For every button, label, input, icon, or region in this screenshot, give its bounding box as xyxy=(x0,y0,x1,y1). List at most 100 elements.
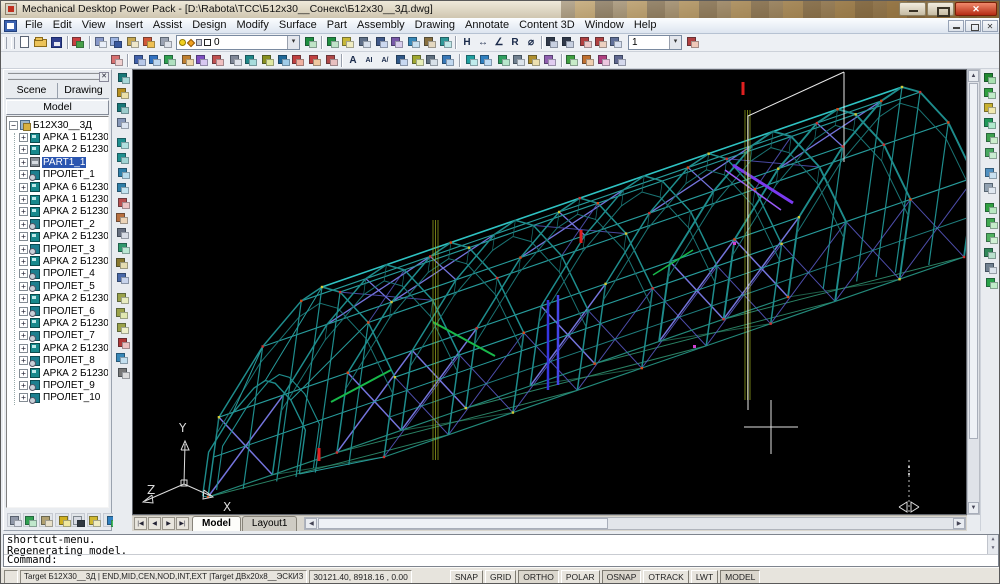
tab-scene[interactable]: Scene xyxy=(6,83,58,98)
materials-library-icon[interactable] xyxy=(983,131,999,146)
materials-icon[interactable] xyxy=(983,116,999,131)
show-materials-icon[interactable] xyxy=(983,276,999,291)
copy-object-icon[interactable] xyxy=(131,53,147,68)
table-insert-icon[interactable] xyxy=(425,53,441,68)
tree-item[interactable]: +АРКА 1 Б1230_1 xyxy=(9,131,108,143)
toggle-otrack[interactable]: OTRACK xyxy=(643,570,688,584)
expand-icon[interactable]: + xyxy=(19,220,28,229)
mdt-today-icon[interactable] xyxy=(71,35,87,50)
landscape-edit-icon[interactable] xyxy=(983,216,999,231)
dimension-baseline-icon[interactable] xyxy=(545,35,561,50)
scroll-left-icon[interactable]: ◀ xyxy=(305,518,317,529)
vertical-scroll-thumb[interactable] xyxy=(969,83,978,439)
expand-icon[interactable]: + xyxy=(19,195,28,204)
tree-item[interactable]: +АРКА 2 Б1230_3 xyxy=(9,231,108,243)
menu-assembly[interactable]: Assembly xyxy=(352,18,410,34)
menu-content-3d[interactable]: Content 3D xyxy=(514,18,580,34)
copy-clip-icon[interactable] xyxy=(109,35,125,50)
tree-item[interactable]: +АРКА 2 Б1230_2 xyxy=(9,206,108,218)
offset-icon[interactable] xyxy=(211,53,227,68)
rib-icon[interactable] xyxy=(115,256,131,271)
expand-icon[interactable]: + xyxy=(19,245,28,254)
command-scrollbar[interactable]: ▲▼ xyxy=(987,535,998,555)
tree-item[interactable]: +ПРОЛЕТ_1 xyxy=(9,169,108,181)
model-tree[interactable]: −Б12X30__3Д+АРКА 1 Б1230_1+АРКА 2 Б1230_… xyxy=(6,116,109,508)
scale-icon[interactable] xyxy=(179,53,195,68)
interference-check-icon[interactable] xyxy=(597,53,613,68)
mapping-icon[interactable] xyxy=(983,146,999,161)
profile-icon[interactable] xyxy=(115,101,131,116)
dimension-text-edit-icon[interactable] xyxy=(593,35,609,50)
tree-item[interactable]: +ПРОЛЕТ_8 xyxy=(9,354,108,366)
toolbar-grip[interactable] xyxy=(11,37,15,49)
expand-icon[interactable]: + xyxy=(19,393,28,402)
undo-icon[interactable] xyxy=(303,35,319,50)
loft-icon[interactable] xyxy=(115,181,131,196)
tree-item[interactable]: +АРКА 2 Б1230_8 xyxy=(9,342,108,354)
landscape-new-icon[interactable] xyxy=(983,201,999,216)
horizontal-scroll-thumb[interactable] xyxy=(318,518,608,529)
extrude-icon[interactable] xyxy=(115,136,131,151)
expand-icon[interactable]: + xyxy=(19,207,28,216)
expand-icon[interactable]: + xyxy=(19,133,28,142)
tree-item[interactable]: +ПРОЛЕТ_3 xyxy=(9,243,108,255)
status-coordinates[interactable]: 30121.40, 8918.16 , 0.00 xyxy=(309,570,412,584)
collapse-icon[interactable]: − xyxy=(9,121,18,130)
toggle-lwt[interactable]: LWT xyxy=(691,570,718,584)
tree-item[interactable]: +ПРОЛЕТ_6 xyxy=(9,305,108,317)
highlight-icon[interactable] xyxy=(87,513,101,527)
toolbar-grip[interactable] xyxy=(3,37,7,49)
last-tab-icon[interactable]: ▶| xyxy=(176,517,189,530)
new-sketch-icon[interactable] xyxy=(115,86,131,101)
trash-icon[interactable] xyxy=(55,513,69,527)
rotate-icon[interactable] xyxy=(163,53,179,68)
dimension-diameter-icon[interactable]: ⌀ xyxy=(523,35,539,50)
tree-item[interactable]: +ПРОЛЕТ_2 xyxy=(9,218,108,230)
close-button[interactable] xyxy=(955,2,997,16)
menu-help[interactable]: Help xyxy=(629,18,662,34)
tree-item[interactable]: +ПРОЛЕТ_7 xyxy=(9,330,108,342)
command-input[interactable]: Command: xyxy=(4,554,998,566)
scroll-up-icon[interactable]: ▲ xyxy=(968,70,979,82)
dimension-edit-icon[interactable] xyxy=(577,35,593,50)
toggle-snap[interactable]: SNAP xyxy=(450,570,483,584)
pattern-icon[interactable] xyxy=(115,271,131,286)
expand-icon[interactable]: + xyxy=(19,145,28,154)
layer-combo[interactable]: 0 ▾ xyxy=(176,35,300,50)
dimension-angular-icon[interactable]: ∠ xyxy=(491,35,507,50)
tree-item[interactable]: +АРКА 2 Б1230_4 xyxy=(9,255,108,267)
tree-item[interactable]: +ПРОЛЕТ_9 xyxy=(9,379,108,391)
menu-surface[interactable]: Surface xyxy=(274,18,322,34)
tree-item[interactable]: +ПРОЛЕТ_5 xyxy=(9,280,108,292)
3d-views-icon[interactable] xyxy=(437,35,453,50)
menu-file[interactable]: File xyxy=(20,18,48,34)
zoom-window-icon[interactable] xyxy=(373,35,389,50)
match-properties-icon[interactable] xyxy=(141,35,157,50)
expand-icon[interactable]: + xyxy=(19,294,28,303)
print-icon[interactable] xyxy=(157,35,173,50)
fillet-feature-icon[interactable] xyxy=(115,196,131,211)
zoom-object-icon[interactable] xyxy=(393,53,409,68)
landscape-library-icon[interactable] xyxy=(983,231,999,246)
update-part-icon[interactable] xyxy=(115,336,131,351)
shade-icon[interactable] xyxy=(495,53,511,68)
expand-icon[interactable]: + xyxy=(19,319,28,328)
first-tab-icon[interactable]: |◀ xyxy=(134,517,147,530)
work-point-icon[interactable] xyxy=(115,321,131,336)
expand-icon[interactable]: + xyxy=(19,282,28,291)
menu-drawing[interactable]: Drawing xyxy=(410,18,460,34)
part-visibility-icon[interactable] xyxy=(115,351,131,366)
drawing-canvas[interactable]: YXZ xyxy=(133,70,966,514)
chamfer-icon[interactable] xyxy=(307,53,323,68)
mdi-restore-button[interactable] xyxy=(965,20,981,32)
select-filter-icon[interactable] xyxy=(109,53,125,68)
background-icon[interactable] xyxy=(983,166,999,181)
mdi-close-button[interactable] xyxy=(982,20,998,32)
pan-realtime-icon[interactable] xyxy=(341,35,357,50)
expand-icon[interactable]: + xyxy=(19,232,28,241)
line-icon[interactable] xyxy=(243,53,259,68)
save-file-icon[interactable] xyxy=(49,35,65,50)
dimension-style-icon[interactable] xyxy=(609,35,625,50)
menu-annotate[interactable]: Annotate xyxy=(460,18,514,34)
mirror-icon[interactable] xyxy=(195,53,211,68)
